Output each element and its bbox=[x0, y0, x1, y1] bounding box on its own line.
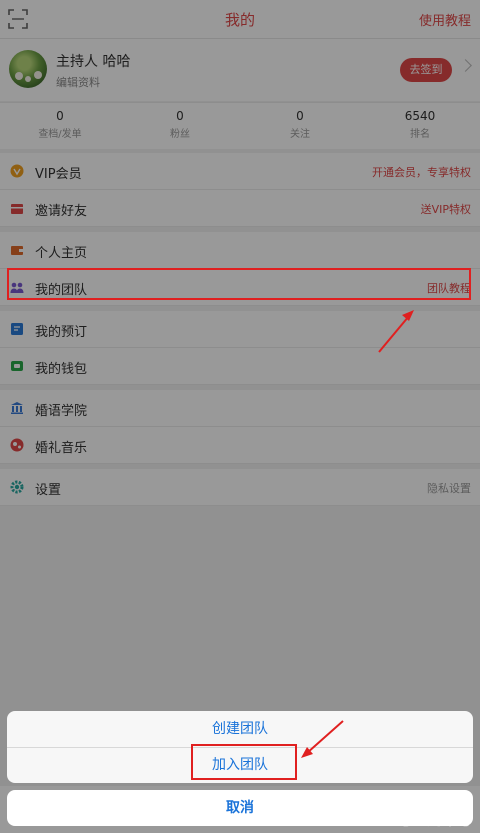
arrow-to-team-icon bbox=[378, 310, 414, 353]
annotation-arrows bbox=[301, 310, 414, 758]
watermark-text: 818手游网 bbox=[348, 802, 472, 830]
arrow-to-join-icon bbox=[301, 720, 344, 758]
